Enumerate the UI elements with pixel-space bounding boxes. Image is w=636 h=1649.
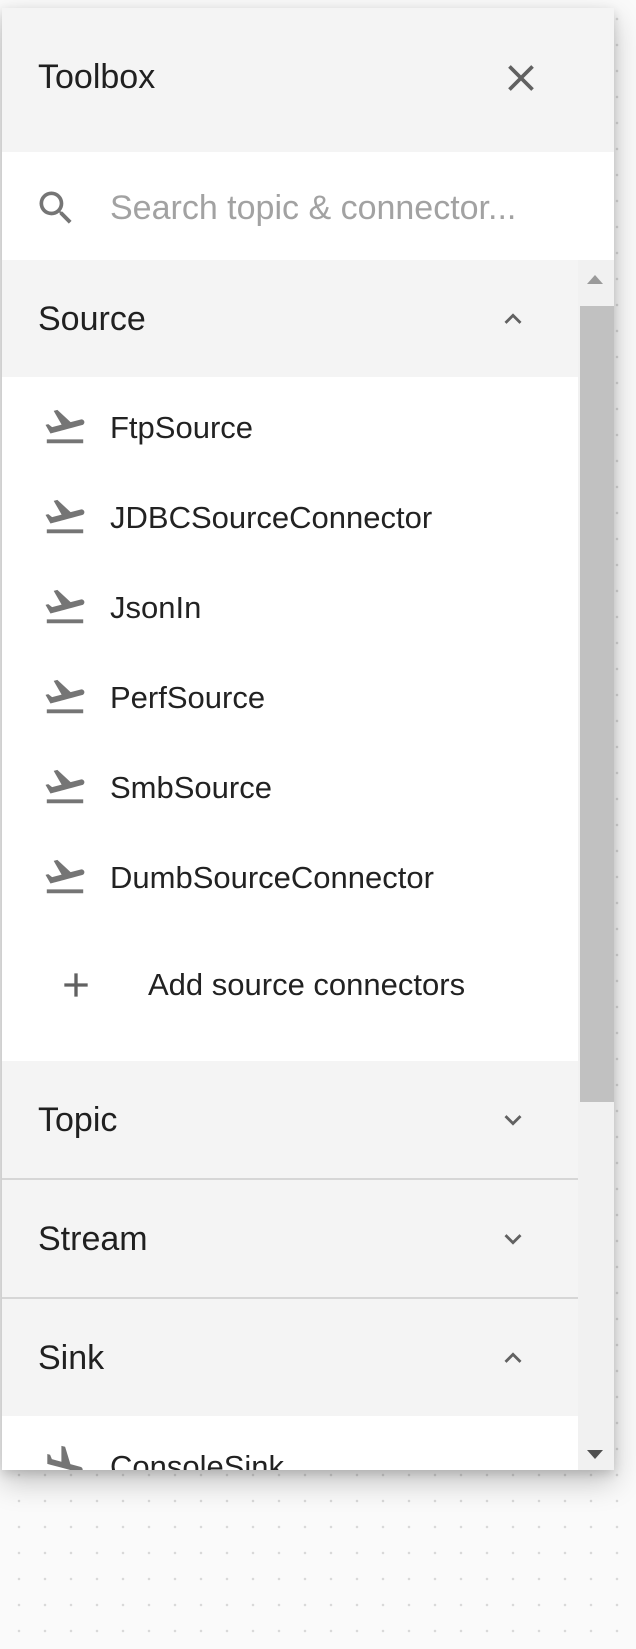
- chevron-up-icon: [496, 1341, 530, 1375]
- flight-land-icon: [42, 1442, 88, 1470]
- source-list: FtpSource JDBCSourceConnector JsonIn Per…: [2, 377, 578, 1061]
- add-source-connectors-label: Add source connectors: [148, 967, 466, 1002]
- flight-takeoff-icon: [42, 853, 88, 899]
- flight-takeoff-icon: [42, 583, 88, 629]
- item-label: FtpSource: [110, 410, 254, 445]
- chevron-up-icon: [496, 302, 530, 336]
- plus-icon: [56, 965, 96, 1005]
- sink-list: ConsoleSink: [2, 1416, 578, 1470]
- close-icon: [508, 65, 534, 91]
- scrollbar-thumb[interactable]: [580, 306, 614, 1102]
- flight-takeoff-icon: [42, 403, 88, 449]
- list-item[interactable]: SmbSource: [2, 741, 578, 831]
- search-bar: [2, 152, 614, 260]
- list-item[interactable]: DumbSourceConnector: [2, 831, 578, 921]
- scroll-down-arrow-icon[interactable]: [582, 1444, 608, 1464]
- section-header-source[interactable]: Source: [2, 260, 578, 377]
- section-header-stream[interactable]: Stream: [2, 1180, 578, 1299]
- flight-takeoff-icon: [42, 673, 88, 719]
- section-title: Topic: [38, 1101, 118, 1139]
- search-input[interactable]: [110, 186, 540, 230]
- search-icon: [34, 186, 78, 230]
- list-item[interactable]: FtpSource: [2, 381, 578, 471]
- list-item[interactable]: PerfSource: [2, 651, 578, 741]
- section-header-topic[interactable]: Topic: [2, 1061, 578, 1180]
- section-header-sink[interactable]: Sink: [2, 1299, 578, 1416]
- add-source-connectors-button[interactable]: Add source connectors: [2, 921, 578, 1061]
- item-label: SmbSource: [110, 770, 272, 805]
- list-item[interactable]: JsonIn: [2, 561, 578, 651]
- close-button[interactable]: [499, 56, 543, 100]
- list-item[interactable]: JDBCSourceConnector: [2, 471, 578, 561]
- toolbox-title: Toolbox: [38, 58, 156, 96]
- list-item[interactable]: ConsoleSink: [2, 1420, 578, 1470]
- section-title: Source: [38, 300, 146, 338]
- scrollbar[interactable]: [578, 260, 614, 1470]
- flight-takeoff-icon: [42, 763, 88, 809]
- toolbox-content: Source FtpSource JDBCSourceConnector Jso…: [2, 260, 578, 1470]
- chevron-down-icon: [496, 1222, 530, 1256]
- section-title: Sink: [38, 1339, 105, 1377]
- item-label: JsonIn: [110, 590, 202, 625]
- chevron-down-icon: [496, 1103, 530, 1137]
- section-title: Stream: [38, 1220, 148, 1258]
- toolbox-panel: Toolbox Source FtpSou: [2, 8, 614, 1470]
- toolbox-header: Toolbox: [2, 8, 614, 152]
- flight-takeoff-icon: [42, 493, 88, 539]
- item-label: PerfSource: [110, 680, 266, 715]
- item-label: ConsoleSink: [110, 1449, 285, 1470]
- item-label: DumbSourceConnector: [110, 860, 434, 895]
- scroll-up-arrow-icon[interactable]: [582, 270, 608, 290]
- item-label: JDBCSourceConnector: [110, 500, 433, 535]
